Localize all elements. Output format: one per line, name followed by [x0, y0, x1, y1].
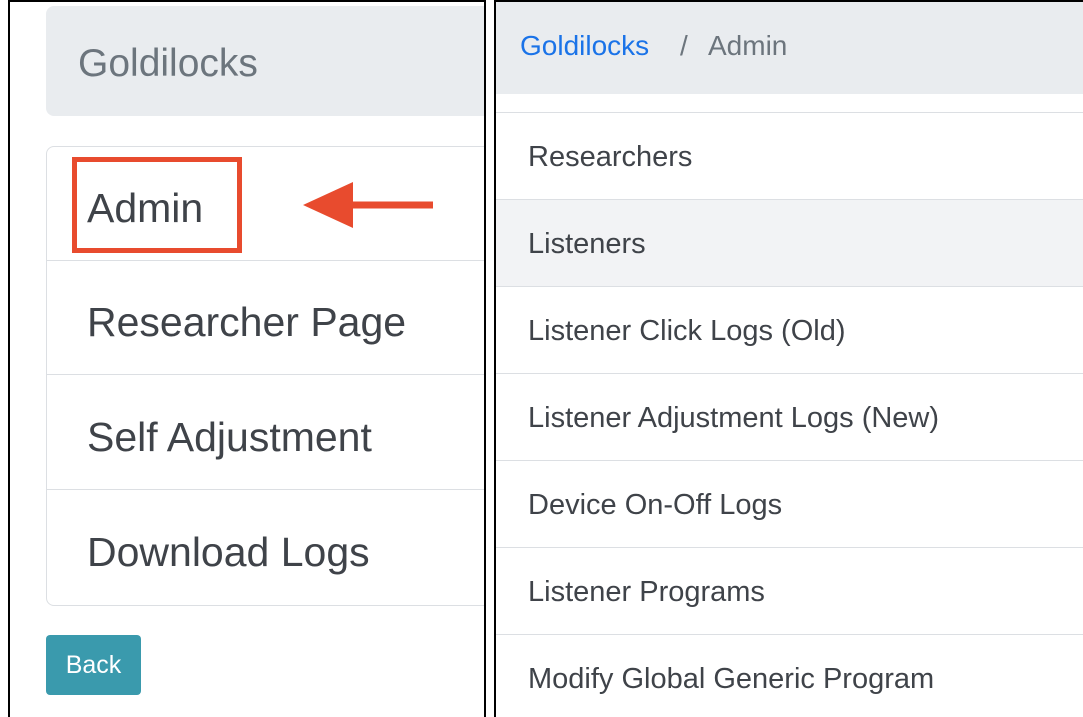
menu-item-label: Self Adjustment — [87, 414, 372, 460]
breadcrumb: Goldilocks / Admin — [496, 2, 1083, 94]
right-panel: Goldilocks / Admin Researchers Listeners… — [494, 0, 1083, 717]
left-panel: Goldilocks Admin Researcher Page Self Ad… — [8, 0, 486, 717]
breadcrumb-separator: / — [680, 30, 688, 61]
list-item-listener-click-logs[interactable]: Listener Click Logs (Old) — [496, 286, 1083, 373]
back-button[interactable]: Back — [46, 635, 141, 695]
list-item-label: Listeners — [528, 228, 646, 260]
breadcrumb-current: Admin — [708, 30, 788, 61]
list-item-label: Researchers — [528, 141, 693, 173]
highlight-box — [72, 157, 242, 253]
list-item-label: Modify Global Generic Program — [528, 663, 935, 695]
menu-item-download-logs[interactable]: Download Logs — [47, 491, 484, 605]
list-item-label: Listener Programs — [528, 576, 765, 608]
menu-item-researcher-page[interactable]: Researcher Page — [47, 261, 484, 375]
app-title: Goldilocks — [78, 42, 258, 85]
left-arrow-icon — [303, 182, 433, 228]
breadcrumb-root-link[interactable]: Goldilocks — [520, 30, 649, 62]
list-item-listeners[interactable]: Listeners — [496, 199, 1083, 286]
list-item-label: Device On-Off Logs — [528, 489, 783, 521]
list-item-device-on-off-logs[interactable]: Device On-Off Logs — [496, 460, 1083, 547]
menu-item-self-adjustment[interactable]: Self Adjustment — [47, 376, 484, 490]
list-item-modify-global-generic-program[interactable]: Modify Global Generic Program — [496, 634, 1083, 717]
menu-item-label: Download Logs — [87, 529, 370, 575]
list-item-listener-programs[interactable]: Listener Programs — [496, 547, 1083, 634]
list-item-researchers[interactable]: Researchers — [496, 112, 1083, 199]
list-item-label: Listener Adjustment Logs (New) — [528, 402, 940, 434]
menu-item-label: Researcher Page — [87, 299, 407, 345]
app-header: Goldilocks — [46, 6, 484, 116]
list-item-label: Listener Click Logs (Old) — [528, 315, 846, 347]
list-item-listener-adjustment-logs[interactable]: Listener Adjustment Logs (New) — [496, 373, 1083, 460]
